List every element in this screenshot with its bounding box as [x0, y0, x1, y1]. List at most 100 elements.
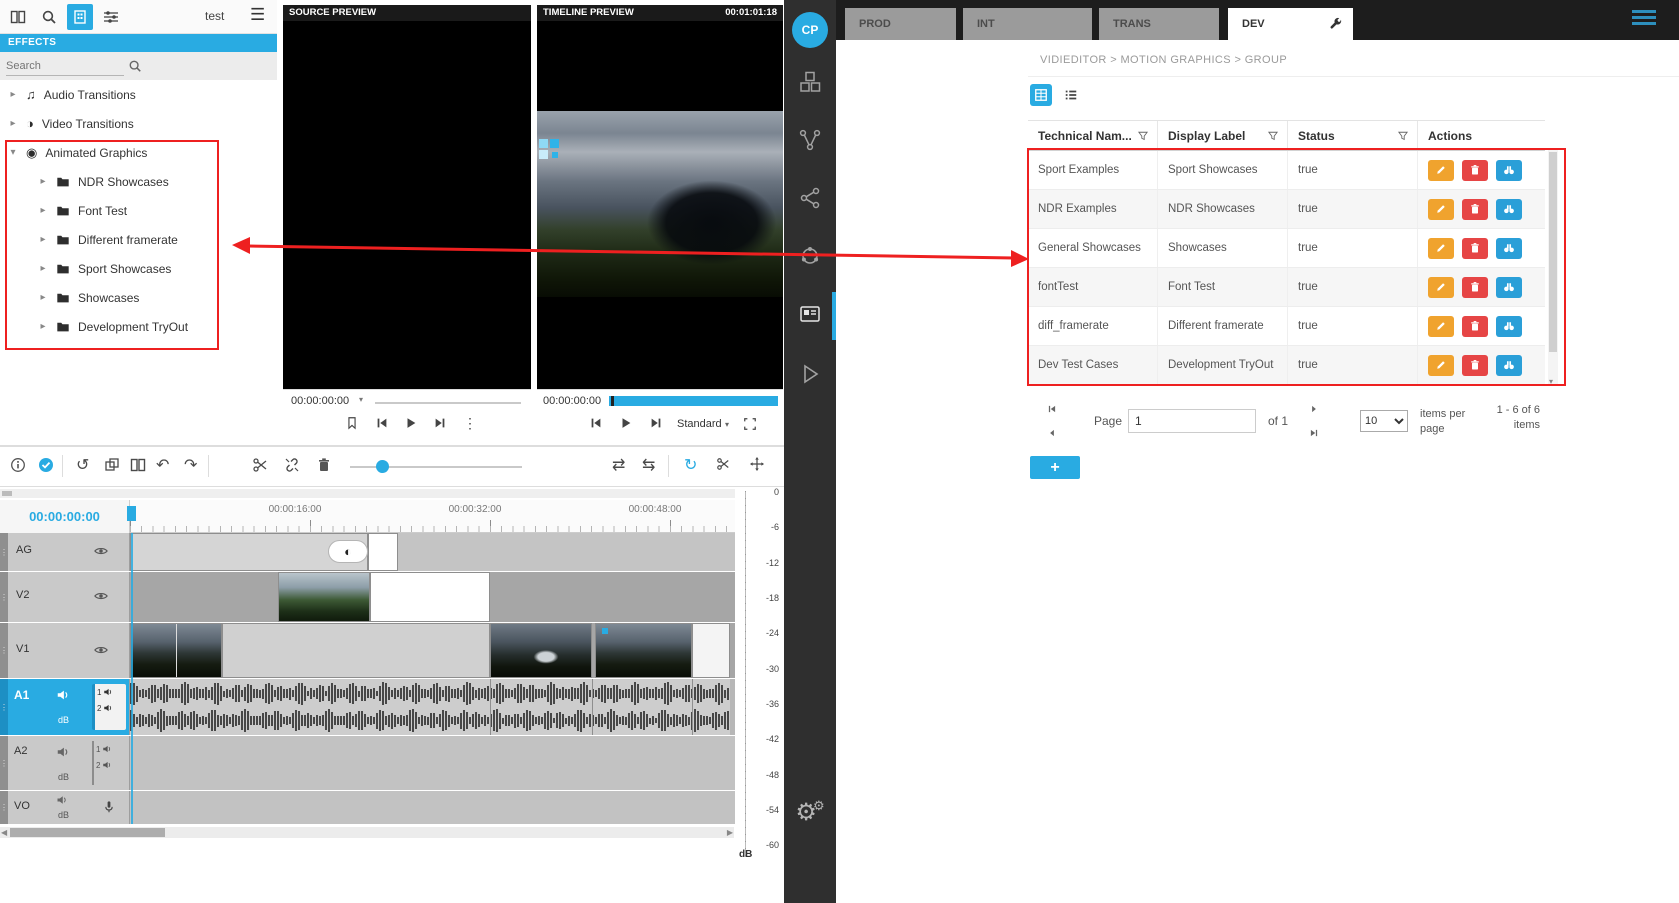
settings-sliders-button[interactable] — [98, 4, 124, 30]
channel-panel[interactable]: 1 2 — [92, 684, 126, 730]
caret-down-icon[interactable]: ▾ — [725, 420, 729, 429]
track-content-a2[interactable] — [130, 736, 735, 790]
playhead-line[interactable] — [131, 533, 133, 824]
zoom-slider-handle[interactable] — [376, 460, 389, 473]
view-button[interactable] — [1496, 277, 1522, 298]
add-group-button[interactable]: + — [1030, 456, 1080, 479]
undo-button[interactable]: ↶ — [156, 457, 169, 475]
track-header-vo[interactable]: ⋮ VO dB — [0, 791, 130, 824]
column-header-technical-name[interactable]: Technical Nam... — [1028, 121, 1158, 150]
video-clip-thumbnail[interactable] — [278, 572, 370, 622]
speaker-icon[interactable] — [102, 744, 112, 754]
share-nodes-icon[interactable] — [798, 186, 822, 210]
view-button[interactable] — [1496, 199, 1522, 220]
chevron-right-icon[interactable]: ▸ — [36, 176, 50, 187]
track-header-v2[interactable]: ⋮ V2 — [0, 572, 130, 622]
cut-button[interactable] — [252, 457, 268, 473]
graphics-clip-tail[interactable] — [368, 533, 398, 571]
play-button[interactable] — [619, 416, 633, 430]
quality-selector[interactable]: Standard — [677, 418, 722, 430]
next-frame-button[interactable] — [433, 416, 447, 430]
scrollbar-thumb[interactable] — [2, 491, 12, 496]
previous-page-button[interactable] — [1044, 425, 1060, 441]
chevron-right-icon[interactable]: ▸ — [36, 321, 50, 332]
tree-item-video-transitions[interactable]: ▸ ◑ Video Transitions — [0, 109, 277, 138]
more-options-icon[interactable]: ⋮ — [463, 415, 477, 432]
column-header-display-label[interactable]: Display Label — [1158, 121, 1288, 150]
view-button[interactable] — [1496, 238, 1522, 259]
approve-button[interactable] — [38, 457, 54, 473]
scrollbar-thumb[interactable] — [10, 828, 165, 837]
channel-panel[interactable]: 1 2 — [92, 741, 126, 785]
timeline-horizontal-scrollbar-top[interactable] — [0, 489, 735, 498]
info-button[interactable] — [10, 457, 26, 473]
timeline-preview-viewport[interactable] — [537, 21, 783, 389]
search-icon[interactable] — [128, 59, 142, 73]
view-button[interactable] — [1496, 160, 1522, 181]
edit-button[interactable] — [1428, 238, 1454, 259]
source-seek-bar[interactable] — [375, 402, 521, 404]
add-marker-button[interactable] — [345, 416, 359, 430]
workflow-icon[interactable] — [798, 128, 822, 152]
edit-button[interactable] — [1428, 355, 1454, 376]
delete-button[interactable] — [1462, 160, 1488, 181]
filter-funnel-icon[interactable] — [1267, 130, 1279, 142]
delete-button[interactable] — [1462, 199, 1488, 220]
video-clip-thumbnail[interactable] — [130, 623, 222, 678]
edit-button[interactable] — [1428, 277, 1454, 298]
track-content-vo[interactable] — [130, 791, 735, 824]
split-clip-button[interactable] — [130, 457, 146, 473]
next-frame-button[interactable] — [649, 416, 663, 430]
tab-prod[interactable]: PROD — [845, 8, 956, 40]
track-header-ag[interactable]: ⋮ AG — [0, 533, 130, 571]
razor-button[interactable] — [716, 457, 730, 471]
tree-item-showcases[interactable]: ▸ Showcases — [0, 283, 277, 312]
page-number-input[interactable] — [1128, 409, 1256, 433]
items-per-page-select[interactable]: 10 — [1360, 410, 1408, 432]
network-ring-icon[interactable] — [798, 244, 822, 268]
microphone-icon[interactable] — [102, 800, 116, 814]
edit-button[interactable] — [1428, 199, 1454, 220]
filter-funnel-icon[interactable] — [1137, 130, 1149, 142]
graphics-panel-icon[interactable] — [798, 302, 822, 326]
chevron-right-icon[interactable]: ▸ — [36, 234, 50, 245]
track-drag-handle[interactable]: ⋮ — [0, 679, 8, 735]
admin-menu-icon[interactable] — [1632, 10, 1656, 25]
eye-icon[interactable] — [94, 589, 108, 603]
tree-item-different-framerate[interactable]: ▸ Different framerate — [0, 225, 277, 254]
source-preview-viewport[interactable] — [283, 21, 531, 389]
delete-button[interactable] — [1462, 277, 1488, 298]
last-page-button[interactable] — [1306, 425, 1322, 441]
fullscreen-button[interactable] — [743, 417, 757, 431]
speaker-icon[interactable] — [56, 745, 70, 759]
filter-funnel-icon[interactable] — [1397, 130, 1409, 142]
tab-trans[interactable]: TRANS — [1099, 8, 1219, 40]
speaker-icon[interactable] — [56, 794, 68, 806]
editor-menu-icon[interactable]: ☰ — [250, 5, 265, 25]
previous-frame-button[interactable] — [375, 416, 389, 430]
unlink-button[interactable] — [284, 457, 300, 473]
track-header-a1[interactable]: ⋮ A1 dB 1 2 — [0, 679, 130, 735]
video-clip-thumbnail[interactable] — [490, 623, 592, 678]
tree-item-ndr-showcases[interactable]: ▸ NDR Showcases — [0, 167, 277, 196]
layout-columns-button[interactable] — [5, 4, 31, 30]
table-scrollbar[interactable]: ▾ — [1548, 150, 1558, 386]
view-button[interactable] — [1496, 355, 1522, 376]
speaker-icon[interactable] — [102, 760, 112, 770]
track-header-a2[interactable]: ⋮ A2 dB 1 2 — [0, 736, 130, 790]
chevron-right-icon[interactable]: ▸ — [6, 118, 20, 129]
scrollbar-thumb[interactable] — [1549, 152, 1557, 352]
redo-button[interactable]: ↷ — [184, 457, 197, 475]
track-drag-handle[interactable]: ⋮ — [0, 623, 8, 678]
chevron-right-icon[interactable]: ▸ — [36, 263, 50, 274]
track-content-a1[interactable] — [130, 679, 735, 735]
eye-icon[interactable] — [94, 544, 108, 558]
first-page-button[interactable] — [1044, 401, 1060, 417]
video-clip-thumbnail[interactable] — [595, 623, 692, 678]
move-tool-button[interactable] — [750, 457, 764, 471]
timeline-ruler[interactable]: 00:00:16:00 00:00:32:00 00:00:48:00 — [130, 500, 735, 533]
timeline-progress-bar[interactable] — [609, 396, 778, 406]
transition-badge[interactable]: ◐ — [328, 540, 368, 563]
overlap-edit-button[interactable] — [104, 457, 120, 473]
overwrite-mode-button[interactable]: ⇆ — [642, 457, 655, 475]
